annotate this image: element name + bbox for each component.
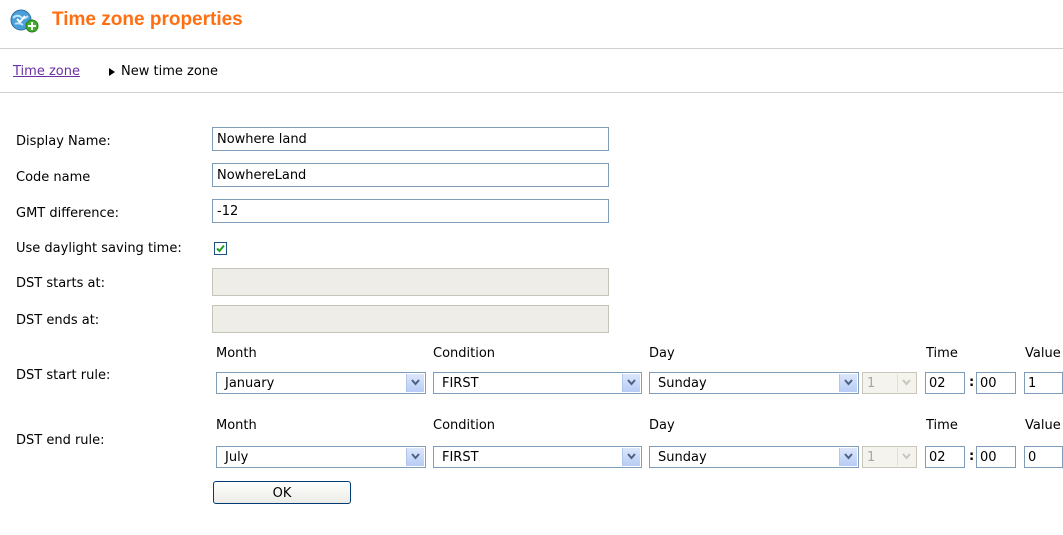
start-condition-value: FIRST [442,376,479,391]
end-day-number-value: 1 [867,450,876,465]
start-month-header: Month [216,346,257,361]
time-separator: : [969,375,975,390]
start-time-header: Time [926,346,958,361]
display-name-label: Display Name: [16,134,111,149]
dst-starts-label: DST starts at: [16,276,105,291]
gmt-difference-label: GMT difference: [16,206,120,221]
header-divider [0,48,1063,49]
end-condition-value: FIRST [442,450,479,465]
start-day-header: Day [649,346,675,361]
start-condition-select[interactable]: FIRST [433,372,642,394]
end-day-header: Day [649,418,675,433]
chevron-down-icon[interactable] [839,448,857,466]
start-value-header: Value [1025,346,1061,361]
start-month-select[interactable]: January [216,372,426,394]
start-hour-input[interactable] [925,372,965,394]
dst-starts-input [212,268,609,296]
page-title: Time zone properties [52,9,243,30]
ok-button[interactable]: OK [213,481,351,504]
start-condition-header: Condition [433,346,496,361]
breadcrumb-arrow-icon [109,68,115,76]
display-name-input[interactable] [212,127,609,151]
code-name-label: Code name [16,170,91,185]
start-minute-input[interactable] [976,372,1016,394]
start-day-select[interactable]: Sunday [649,372,859,394]
end-minute-input[interactable] [976,446,1016,468]
start-day-number-select: 1 [862,372,917,394]
use-dst-label: Use daylight saving time: [16,241,182,256]
start-day-value: Sunday [658,376,707,391]
breadcrumb-current: New time zone [121,64,219,79]
end-day-select[interactable]: Sunday [649,446,859,468]
end-condition-select[interactable]: FIRST [433,446,642,468]
code-name-input[interactable] [212,163,609,187]
end-condition-header: Condition [433,418,496,433]
end-time-header: Time [926,418,958,433]
gmt-difference-input[interactable] [212,199,609,223]
end-value-header: Value [1025,418,1061,433]
globe-add-icon [8,6,40,34]
chevron-down-icon[interactable] [839,374,857,392]
checkmark-icon [216,244,225,253]
start-day-number-value: 1 [867,376,876,391]
chevron-down-icon[interactable] [406,448,424,466]
chevron-down-icon[interactable] [622,448,640,466]
chevron-down-icon[interactable] [622,374,640,392]
end-month-value: July [225,450,249,465]
chevron-down-icon [897,374,915,392]
breadcrumb-divider [0,92,1063,93]
end-day-number-select: 1 [862,446,917,468]
end-month-select[interactable]: July [216,446,426,468]
chevron-down-icon[interactable] [406,374,424,392]
start-month-value: January [225,376,275,391]
breadcrumb-link-time-zone[interactable]: Time zone [13,64,80,80]
use-dst-checkbox[interactable] [214,242,227,255]
dst-start-rule-label: DST start rule: [16,368,111,383]
end-value-input[interactable] [1024,446,1063,468]
time-separator: : [969,449,975,464]
dst-ends-input [212,305,609,333]
end-day-value: Sunday [658,450,707,465]
dst-end-rule-label: DST end rule: [16,433,105,448]
end-hour-input[interactable] [925,446,965,468]
dst-ends-label: DST ends at: [16,313,100,328]
start-value-input[interactable] [1024,372,1063,394]
end-month-header: Month [216,418,257,433]
chevron-down-icon [897,448,915,466]
